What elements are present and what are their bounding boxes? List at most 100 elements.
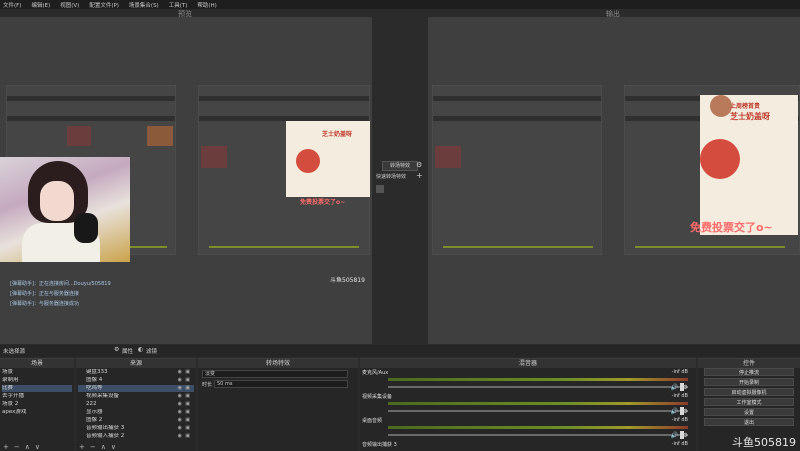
preview-overlay: 芝士奶盖呀 bbox=[286, 121, 370, 197]
lock-icon[interactable]: ▣ bbox=[185, 425, 190, 432]
volume-slider[interactable] bbox=[388, 410, 688, 412]
selected-source-label: 未选择源 bbox=[3, 349, 26, 355]
level-meter bbox=[388, 426, 688, 429]
settings-button[interactable]: 设置 bbox=[704, 408, 794, 416]
chat-line-2: [弹幕助手]：正在与服务器连接 bbox=[10, 291, 79, 297]
mixer-channel-name: 桌面音频 bbox=[362, 418, 383, 424]
menu-view[interactable]: 视图(V) bbox=[60, 1, 79, 9]
program-overlay-name: 芝士奶盖呀 bbox=[730, 112, 770, 121]
source-item[interactable]: 视频采集设备 ◉ ▣ bbox=[78, 393, 194, 400]
lock-icon[interactable]: ▣ bbox=[185, 433, 190, 440]
mixer-channel-db: -inf dB bbox=[671, 393, 688, 399]
quick-transition-item[interactable] bbox=[376, 185, 384, 193]
controls-title: 控件 bbox=[698, 359, 800, 368]
transition-gear-icon[interactable]: ⚙ bbox=[416, 161, 422, 169]
mixer-channel-db: -inf dB bbox=[671, 417, 688, 423]
lock-icon[interactable]: ▣ bbox=[185, 393, 190, 400]
source-item[interactable]: 键盘333 ◉ ▣ bbox=[78, 369, 194, 376]
stop-streaming-button[interactable]: 停止推流 bbox=[704, 368, 794, 376]
lock-icon[interactable]: ▣ bbox=[185, 401, 190, 408]
add-quick-transition-button[interactable]: + bbox=[416, 171, 423, 180]
lock-icon[interactable]: ▣ bbox=[185, 377, 190, 384]
lock-icon[interactable]: ▣ bbox=[185, 385, 190, 392]
source-item[interactable]: 音频输入捕获 2 ◉ ▣ bbox=[78, 433, 194, 440]
scenes-title: 场景 bbox=[0, 359, 74, 368]
start-recording-button[interactable]: 开始录制 bbox=[704, 378, 794, 386]
preview-overlay-name: 芝士奶盖呀 bbox=[322, 131, 353, 138]
visibility-eye-icon[interactable]: ◉ bbox=[178, 417, 182, 424]
transition-center-panel: 转场特效 ⚙ 快速转场特效 + bbox=[374, 157, 426, 197]
scene-item[interactable]: 录制用 bbox=[2, 377, 72, 384]
visibility-eye-icon[interactable]: ◉ bbox=[178, 385, 182, 392]
lock-icon[interactable]: ▣ bbox=[185, 369, 190, 376]
quick-transition-label: 快速转场特效 bbox=[376, 174, 407, 180]
start-virtual-camera-button[interactable]: 启动虚拟摄像机 bbox=[704, 388, 794, 396]
mixer-channel-name: 视频采集设备 bbox=[362, 394, 393, 400]
transition-type-select[interactable]: 淡变 bbox=[202, 370, 348, 378]
source-item[interactable]: 音频输出捕获 3 ◉ ▣ bbox=[78, 425, 194, 432]
exit-button[interactable]: 退出 bbox=[704, 418, 794, 426]
transitions-dock: 转场特效 淡变 时长 50 ms bbox=[198, 358, 358, 451]
source-item[interactable]: 图像 4 ◉ ▣ bbox=[78, 377, 194, 384]
source-item-selected[interactable]: 吃鸡等 ◉ ▣ bbox=[78, 385, 194, 392]
menu-bar: 文件(F) 编辑(E) 视图(V) 配置文件(P) 场景集合(S) 工具(T) … bbox=[0, 0, 800, 9]
speaker-icon[interactable]: 🔊 bbox=[671, 384, 678, 391]
menu-profile[interactable]: 配置文件(P) bbox=[89, 1, 119, 9]
preview-promo-text: 免费投票交了o~ bbox=[300, 199, 346, 206]
program-overlay: 上周榜首贵 芝士奶盖呀 bbox=[700, 95, 798, 235]
chat-line-3: [弹幕助手]：与服务器连接成功 bbox=[10, 301, 79, 307]
program-canvas: 上周榜首贵 芝士奶盖呀 免费投票交了o~ bbox=[428, 17, 800, 344]
visibility-eye-icon[interactable]: ◉ bbox=[178, 393, 182, 400]
menu-tools[interactable]: 工具(T) bbox=[169, 1, 188, 9]
visibility-eye-icon[interactable]: ◉ bbox=[178, 377, 182, 384]
mixer-title: 混音器 bbox=[360, 359, 696, 368]
status-row: 未选择源 ⚙ 属性 ◐ 滤镜 bbox=[0, 345, 800, 357]
webcam-feed bbox=[0, 157, 130, 262]
properties-button[interactable]: 属性 bbox=[122, 347, 133, 355]
visibility-eye-icon[interactable]: ◉ bbox=[178, 401, 182, 408]
speaker-icon[interactable]: 🔊 bbox=[671, 432, 678, 439]
menu-scene-collection[interactable]: 场景集合(S) bbox=[129, 1, 159, 9]
source-item[interactable]: 222 ◉ ▣ bbox=[78, 401, 194, 408]
studio-mode-button[interactable]: 工作室模式 bbox=[704, 398, 794, 406]
source-item[interactable]: 图像 2 ◉ ▣ bbox=[78, 417, 194, 424]
visibility-eye-icon[interactable]: ◉ bbox=[178, 425, 182, 432]
nested-program-left bbox=[432, 85, 602, 255]
filters-button[interactable]: 滤镜 bbox=[146, 347, 157, 355]
mixer-channel: 视频采集设备 -inf dB 🔊 ⚙ bbox=[362, 393, 692, 419]
lock-icon[interactable]: ▣ bbox=[185, 409, 190, 416]
gear-icon[interactable]: ⚙ bbox=[683, 408, 688, 415]
speaker-icon[interactable]: 🔊 bbox=[671, 408, 678, 415]
program-overlay-title: 上周榜首贵 bbox=[730, 103, 761, 110]
transition-button[interactable]: 转场特效 bbox=[382, 161, 418, 171]
scene-item[interactable]: 场景 2 bbox=[2, 401, 72, 408]
preview-watermark: 斗鱼505819 bbox=[330, 277, 365, 284]
gear-icon[interactable]: ⚙ bbox=[683, 384, 688, 391]
volume-slider[interactable] bbox=[388, 434, 688, 436]
sources-dock: 来源 键盘333 ◉ ▣ 图像 4 ◉ ▣ 吃鸡等 ◉ ▣ 视频采集设备 ◉ ▣ 222 ◉ ▣ 显… bbox=[76, 358, 196, 451]
scene-item[interactable]: 去字开播 bbox=[2, 393, 72, 400]
mixer-channel: 音频输出捕获 3 -inf dB bbox=[362, 441, 692, 450]
transitions-title: 转场特效 bbox=[198, 359, 358, 368]
scene-item-selected[interactable]: 比赛 bbox=[2, 385, 72, 392]
duration-input[interactable]: 50 ms bbox=[214, 380, 348, 388]
menu-edit[interactable]: 编辑(E) bbox=[31, 1, 50, 9]
stream-watermark: 斗鱼505819 bbox=[732, 436, 796, 449]
visibility-eye-icon[interactable]: ◉ bbox=[178, 369, 182, 376]
volume-slider[interactable] bbox=[388, 386, 688, 388]
lock-icon[interactable]: ▣ bbox=[185, 417, 190, 424]
scenes-dock: 场景 场景 录制用 比赛 去字开播 场景 2 apex游戏 + − ∧ ∨ bbox=[0, 358, 74, 451]
menu-file[interactable]: 文件(F) bbox=[3, 1, 21, 9]
duration-label: 时长 bbox=[202, 382, 213, 388]
scene-item[interactable]: 场景 bbox=[2, 369, 72, 376]
visibility-eye-icon[interactable]: ◉ bbox=[178, 409, 182, 416]
visibility-eye-icon[interactable]: ◉ bbox=[178, 433, 182, 440]
source-item[interactable]: 显示器 ◉ ▣ bbox=[78, 409, 194, 416]
gear-icon[interactable]: ⚙ bbox=[683, 432, 688, 439]
mixer-channel: 麦克风/Aux -inf dB 🔊 ⚙ bbox=[362, 369, 692, 395]
menu-help[interactable]: 帮助(H) bbox=[197, 1, 216, 9]
chat-line-1: [弹幕助手]：正在连接房间...Douyu/505819 bbox=[10, 281, 111, 287]
scene-item[interactable]: apex游戏 bbox=[2, 409, 72, 416]
mixer-channel-name: 音频输出捕获 3 bbox=[362, 442, 397, 448]
mixer-channel-db: -inf dB bbox=[671, 369, 688, 375]
